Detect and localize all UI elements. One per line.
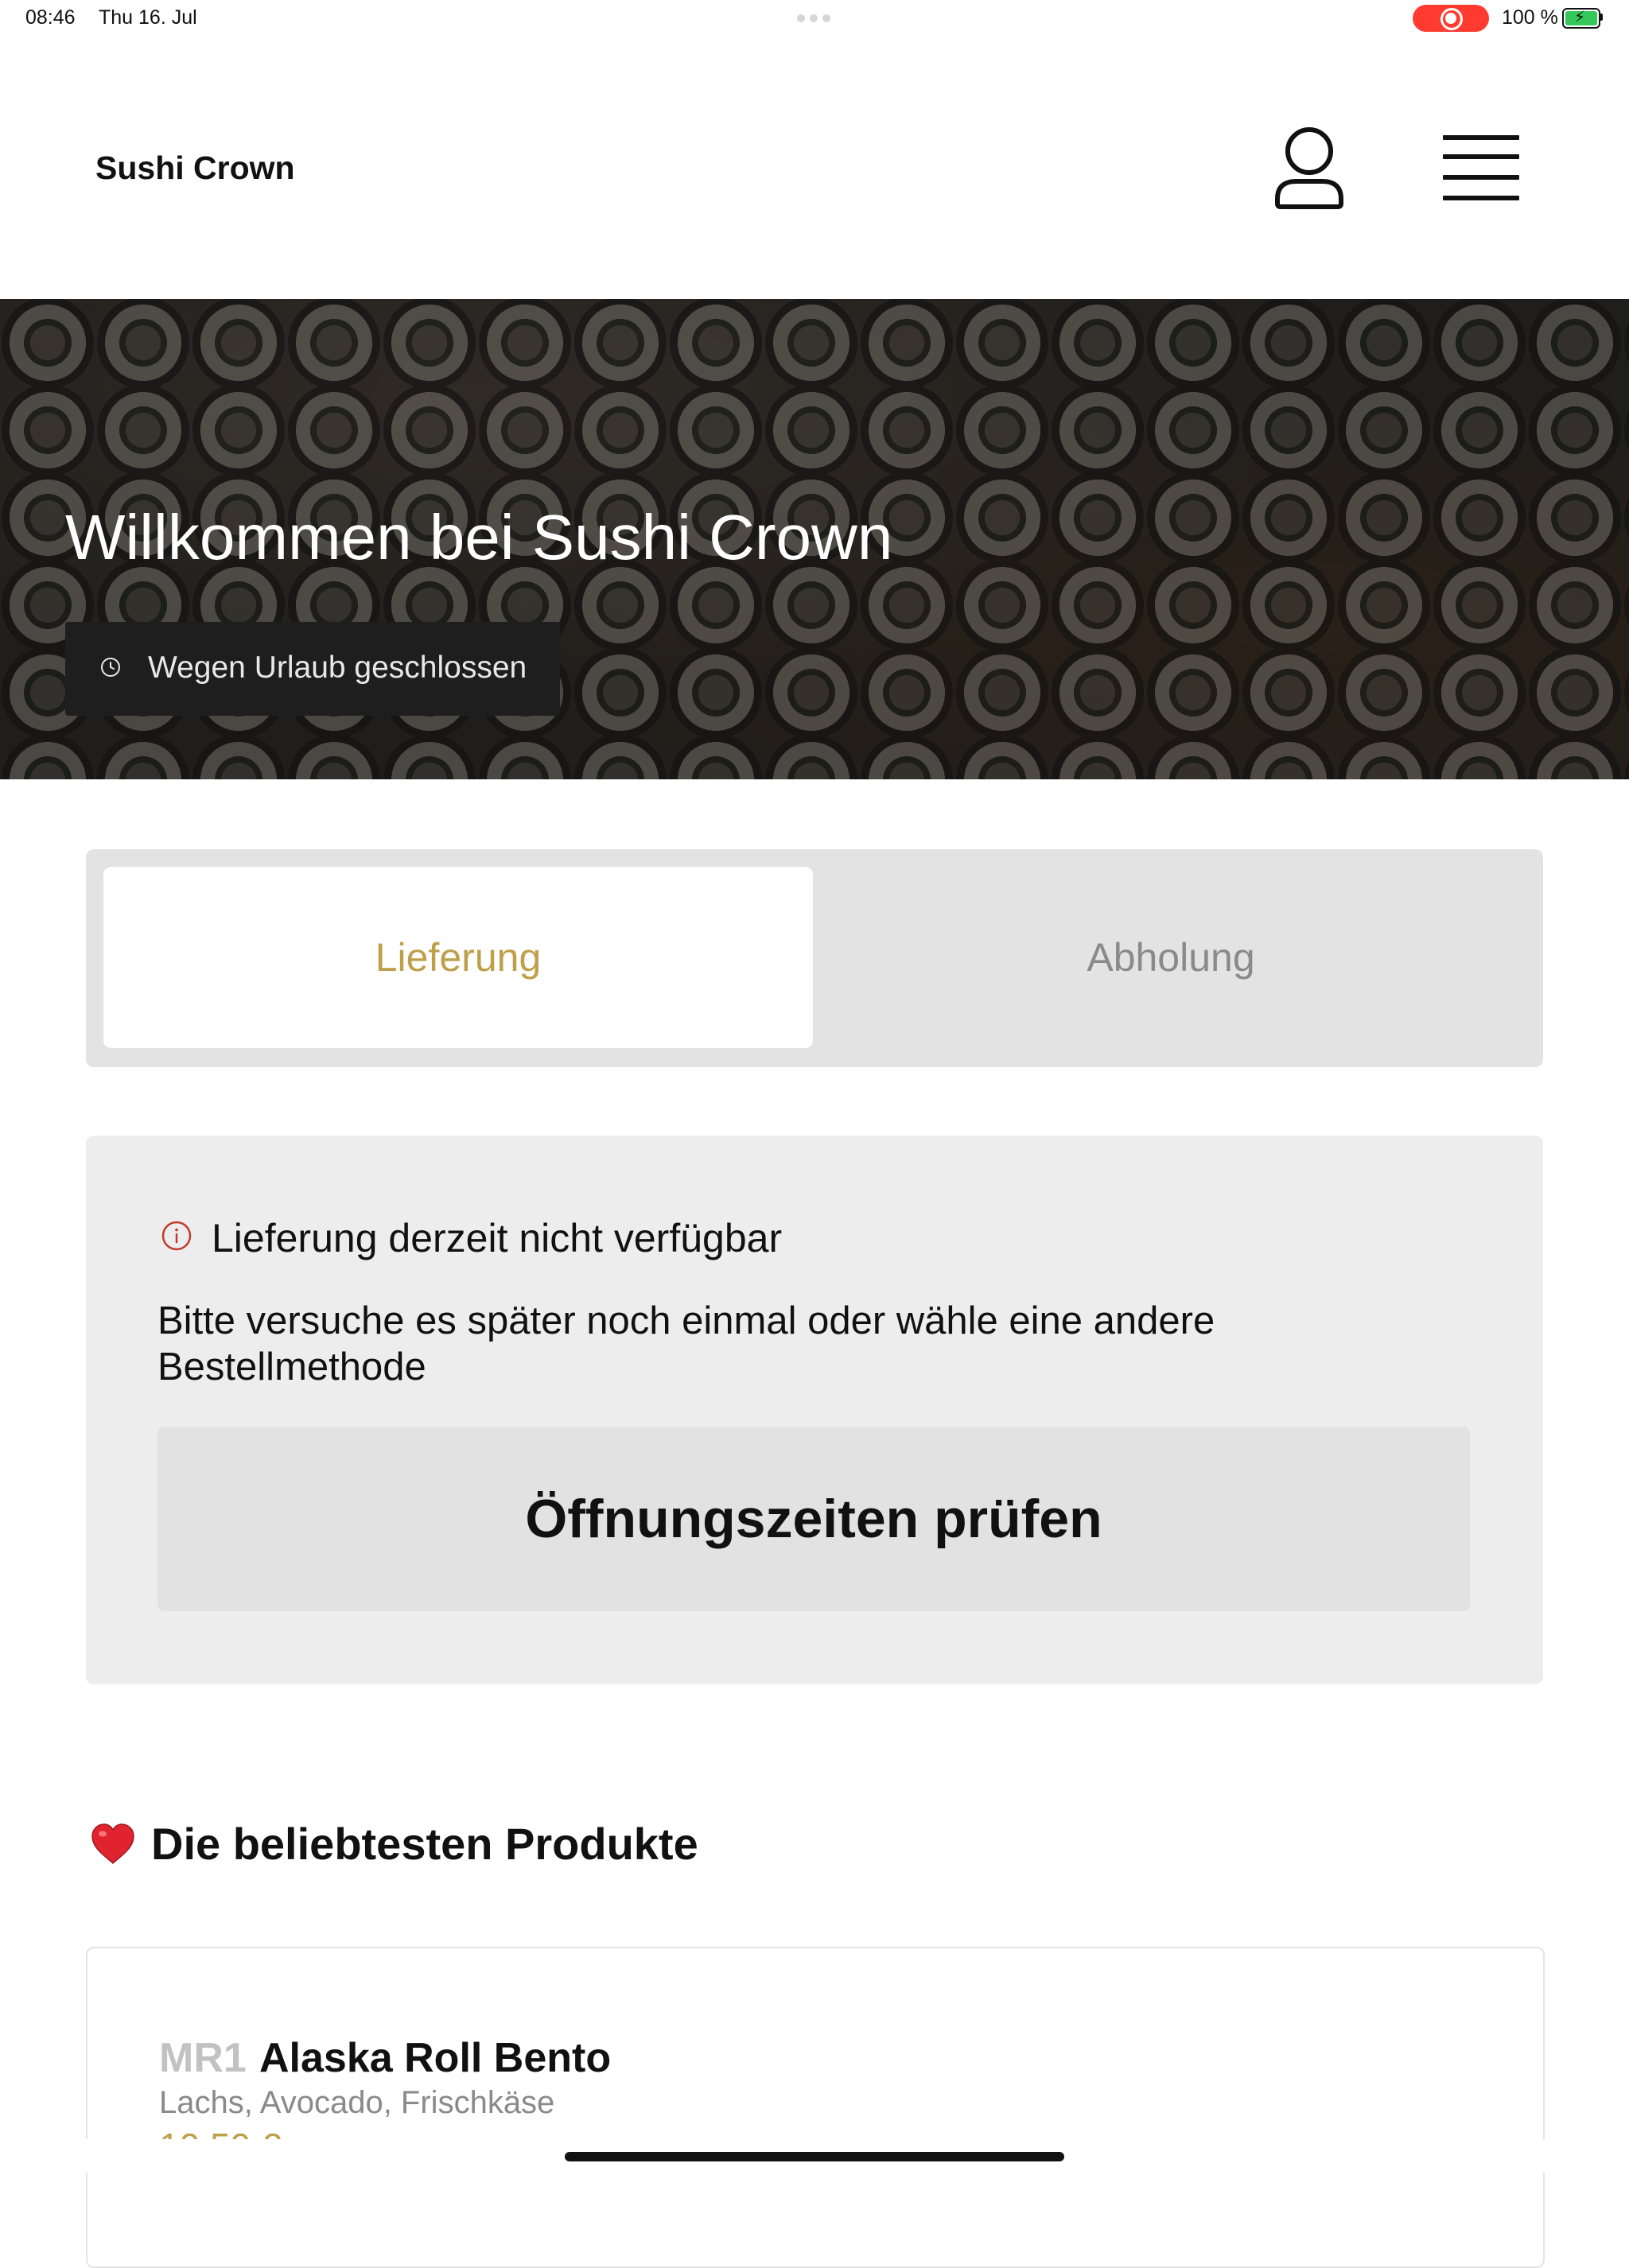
order-type-selector: Lieferung Abholung (86, 849, 1543, 1067)
battery-cap (1600, 14, 1603, 21)
product-description: Lachs, Avocado, Frischkäse (159, 2085, 555, 2120)
home-indicator[interactable] (565, 2152, 1064, 2161)
tab-pickup[interactable]: Abholung (816, 867, 1526, 1048)
notice-body: Bitte versuche es später noch einmal ode… (157, 1299, 1215, 1388)
battery-icon: ⚡ (1562, 8, 1600, 29)
status-date: Thu 16. Jul (99, 6, 197, 29)
status-time: 08:46 (25, 6, 76, 29)
product-name: Alaska Roll Bento (259, 2035, 612, 2081)
closed-status-text: Wegen Urlaub geschlossen (148, 650, 527, 685)
notice-title: Lieferung derzeit nicht verfügbar (212, 1216, 783, 1260)
check-opening-hours-button[interactable]: Öffnungszeiten prüfen (157, 1427, 1470, 1611)
hero-banner: Willkommen bei Sushi Crown Wegen Urlaub … (0, 299, 1629, 779)
hamburger-menu-icon[interactable] (1440, 134, 1521, 204)
clock-icon (101, 658, 120, 677)
delivery-unavailable-notice: Lieferung derzeit nicht verfügbar Bitte … (86, 1136, 1543, 1684)
product-card[interactable]: MR1 Alaska Roll Bento Lachs, Avocado, Fr… (86, 1947, 1545, 2268)
hero-title: Willkommen bei Sushi Crown (65, 502, 893, 573)
closed-status-badge: Wegen Urlaub geschlossen (65, 622, 560, 716)
product-code: MR1 (159, 2035, 247, 2081)
popular-products-title: Die beliebtesten Produkte (151, 1819, 698, 1869)
battery-percentage: 100 % (1502, 6, 1558, 29)
tab-delivery[interactable]: Lieferung (103, 867, 813, 1048)
popular-products-heading: Die beliebtesten Produkte (89, 1818, 698, 1870)
brand-name[interactable]: Sushi Crown (95, 150, 295, 187)
info-icon (161, 1221, 192, 1251)
heart-icon (91, 1823, 134, 1864)
screen-recording-icon[interactable] (1413, 5, 1489, 32)
user-icon[interactable] (1269, 124, 1349, 213)
status-bar: 08:46 Thu 16. Jul 100 % ⚡ (0, 0, 1629, 38)
multitasking-dots-icon[interactable] (797, 14, 830, 22)
